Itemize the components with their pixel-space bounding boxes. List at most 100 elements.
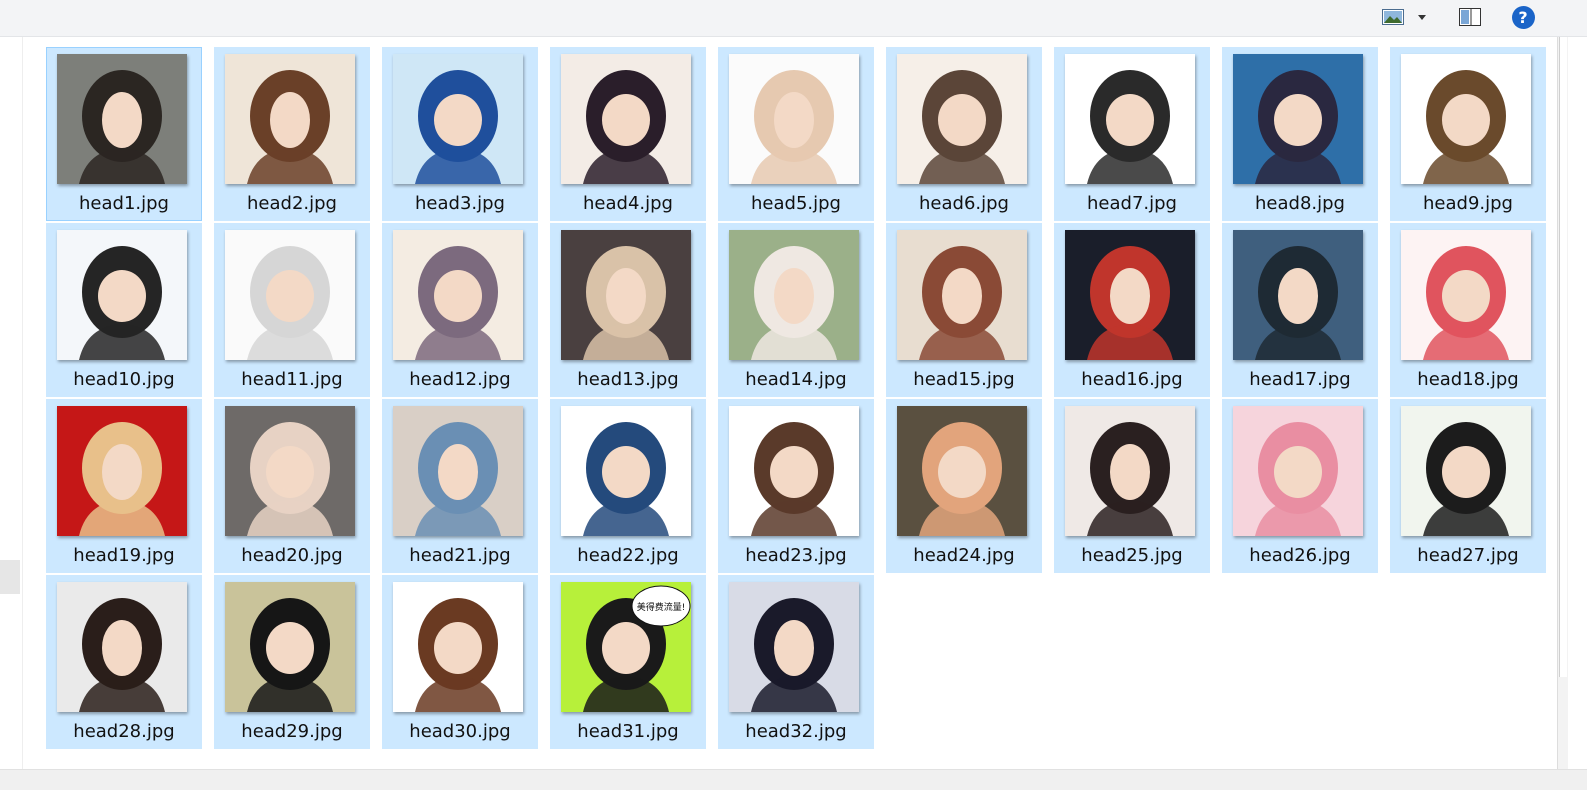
image-thumbnail: [897, 230, 1027, 360]
file-item[interactable]: head28.jpg: [46, 575, 202, 749]
image-thumbnail: [57, 54, 187, 184]
image-thumbnail: [897, 406, 1027, 536]
navigation-pane-splitter[interactable]: [0, 560, 20, 594]
image-thumbnail: [1401, 230, 1531, 360]
file-item[interactable]: head11.jpg: [214, 223, 370, 397]
file-item[interactable]: head27.jpg: [1390, 399, 1546, 573]
file-name-label: head9.jpg: [1423, 193, 1513, 214]
file-name-label: head17.jpg: [1249, 369, 1351, 390]
file-name-label: head10.jpg: [73, 369, 175, 390]
scrollbar-thumb[interactable]: [1559, 37, 1567, 677]
image-thumbnail: [225, 54, 355, 184]
file-item[interactable]: head3.jpg: [382, 47, 538, 221]
thumbnail-grid: head1.jpg head2.jpg head3.jpg head4.jpg head…: [46, 47, 1546, 749]
file-item[interactable]: head18.jpg: [1390, 223, 1546, 397]
file-item[interactable]: head10.jpg: [46, 223, 202, 397]
file-item[interactable]: head2.jpg: [214, 47, 370, 221]
image-thumbnail: [225, 582, 355, 712]
file-name-label: head1.jpg: [79, 193, 169, 214]
image-thumbnail: [1233, 406, 1363, 536]
file-name-label: head30.jpg: [409, 721, 511, 742]
file-item[interactable]: head14.jpg: [718, 223, 874, 397]
file-item[interactable]: head29.jpg: [214, 575, 370, 749]
file-item[interactable]: head4.jpg: [550, 47, 706, 221]
image-thumbnail: [1065, 230, 1195, 360]
file-list-view: head1.jpg head2.jpg head3.jpg head4.jpg head…: [23, 37, 1557, 769]
image-thumbnail: [225, 230, 355, 360]
explorer-toolbar: ?: [0, 0, 1587, 37]
image-thumbnail: 美得费流量!: [561, 582, 691, 712]
file-name-label: head12.jpg: [409, 369, 511, 390]
file-name-label: head14.jpg: [745, 369, 847, 390]
image-thumbnail: [729, 406, 859, 536]
file-name-label: head5.jpg: [751, 193, 841, 214]
thumbnail-caption: 美得费流量!: [637, 601, 686, 613]
file-item[interactable]: head17.jpg: [1222, 223, 1378, 397]
preview-pane-icon[interactable]: [1456, 4, 1484, 30]
image-thumbnail: [393, 406, 523, 536]
file-item[interactable]: head12.jpg: [382, 223, 538, 397]
image-thumbnail: [561, 406, 691, 536]
file-name-label: head19.jpg: [73, 545, 175, 566]
image-thumbnail: [561, 54, 691, 184]
file-item[interactable]: head13.jpg: [550, 223, 706, 397]
file-item[interactable]: head24.jpg: [886, 399, 1042, 573]
file-name-label: head28.jpg: [73, 721, 175, 742]
file-item[interactable]: head20.jpg: [214, 399, 370, 573]
file-name-label: head22.jpg: [577, 545, 679, 566]
file-item[interactable]: head5.jpg: [718, 47, 874, 221]
file-item[interactable]: head30.jpg: [382, 575, 538, 749]
file-name-label: head31.jpg: [577, 721, 679, 742]
file-name-label: head24.jpg: [913, 545, 1015, 566]
file-name-label: head8.jpg: [1255, 193, 1345, 214]
file-item[interactable]: head22.jpg: [550, 399, 706, 573]
file-name-label: head27.jpg: [1417, 545, 1519, 566]
image-thumbnail: [225, 406, 355, 536]
file-name-label: head32.jpg: [745, 721, 847, 742]
image-thumbnail: [1065, 406, 1195, 536]
file-item[interactable]: head16.jpg: [1054, 223, 1210, 397]
file-item[interactable]: head26.jpg: [1222, 399, 1378, 573]
image-thumbnail: [561, 230, 691, 360]
file-name-label: head15.jpg: [913, 369, 1015, 390]
chevron-down-icon[interactable]: [1414, 4, 1430, 30]
file-item[interactable]: head7.jpg: [1054, 47, 1210, 221]
thumbnail-view-icon[interactable]: [1380, 4, 1406, 30]
file-item[interactable]: head21.jpg: [382, 399, 538, 573]
file-item[interactable]: head32.jpg: [718, 575, 874, 749]
image-thumbnail: [897, 54, 1027, 184]
file-item[interactable]: head25.jpg: [1054, 399, 1210, 573]
navigation-pane-edge: [0, 37, 23, 769]
status-bar: [0, 769, 1587, 790]
file-item[interactable]: head19.jpg: [46, 399, 202, 573]
file-item[interactable]: head23.jpg: [718, 399, 874, 573]
image-thumbnail: [57, 230, 187, 360]
file-item[interactable]: head9.jpg: [1390, 47, 1546, 221]
file-item[interactable]: head6.jpg: [886, 47, 1042, 221]
file-name-label: head25.jpg: [1081, 545, 1183, 566]
image-thumbnail: [729, 230, 859, 360]
file-name-label: head16.jpg: [1081, 369, 1183, 390]
image-thumbnail: [1233, 230, 1363, 360]
file-item[interactable]: 美得费流量! head31.jpg: [550, 575, 706, 749]
file-name-label: head21.jpg: [409, 545, 511, 566]
image-thumbnail: [1233, 54, 1363, 184]
image-thumbnail: [729, 54, 859, 184]
file-name-label: head7.jpg: [1087, 193, 1177, 214]
help-icon: ?: [1511, 5, 1535, 29]
image-thumbnail: [393, 230, 523, 360]
file-item[interactable]: head8.jpg: [1222, 47, 1378, 221]
image-thumbnail: [57, 406, 187, 536]
image-thumbnail: [393, 582, 523, 712]
file-name-label: head18.jpg: [1417, 369, 1519, 390]
file-item[interactable]: head15.jpg: [886, 223, 1042, 397]
image-thumbnail: [729, 582, 859, 712]
file-name-label: head23.jpg: [745, 545, 847, 566]
image-thumbnail: [393, 54, 523, 184]
file-name-label: head29.jpg: [241, 721, 343, 742]
file-name-label: head6.jpg: [919, 193, 1009, 214]
file-name-label: head3.jpg: [415, 193, 505, 214]
file-item[interactable]: head1.jpg: [46, 47, 202, 221]
help-button[interactable]: ?: [1510, 4, 1536, 30]
vertical-scrollbar[interactable]: [1557, 37, 1568, 769]
